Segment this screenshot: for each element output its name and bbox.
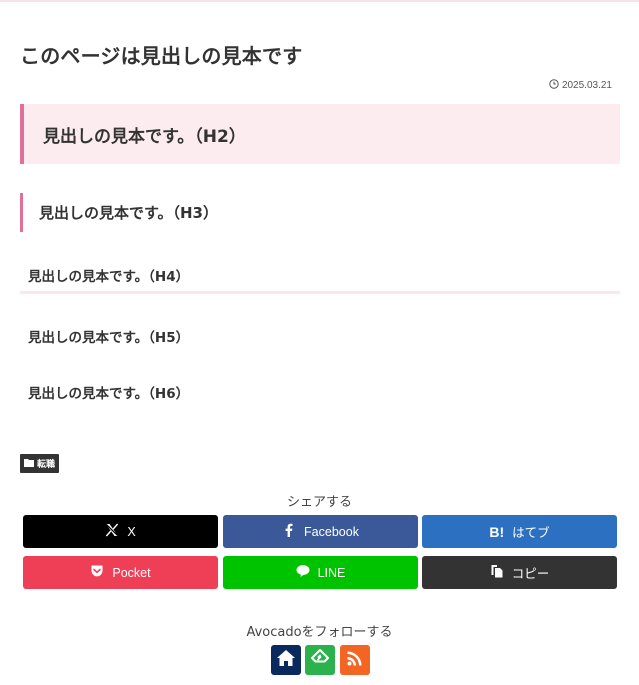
follow-rss-button[interactable] <box>340 645 370 675</box>
follow-title: Avocadoをフォローする <box>246 625 393 640</box>
share-pocket-label: Pocket <box>112 565 151 580</box>
share-title: シェアする <box>286 495 352 510</box>
facebook-icon <box>282 523 296 540</box>
heading-h2: 見出しの見本です。（H2） <box>20 104 620 164</box>
share-copy-label: コピー <box>511 567 550 581</box>
clock-icon <box>549 79 559 92</box>
rss-icon <box>345 648 365 672</box>
page-title: このページは見出しの見本です <box>20 44 303 68</box>
share-pocket-button[interactable]: Pocket <box>23 556 218 589</box>
heading-h3: 見出しの見本です。（H3） <box>20 193 620 232</box>
share-hatena-button[interactable]: B! はてブ <box>422 515 617 548</box>
follow-feedly-button[interactable] <box>305 645 335 675</box>
heading-h6: 見出しの見本です。（H6） <box>28 386 190 402</box>
share-x-label: X <box>127 524 136 539</box>
heading-h5: 見出しの見本です。（H5） <box>28 330 190 346</box>
share-facebook-label: Facebook <box>304 524 359 539</box>
share-facebook-button[interactable]: Facebook <box>223 515 418 548</box>
folder-icon <box>24 458 34 470</box>
share-line-button[interactable]: LINE <box>223 556 418 589</box>
share-line-label: LINE <box>317 565 346 580</box>
home-icon <box>276 648 296 672</box>
pocket-icon <box>90 564 104 581</box>
category-badge[interactable]: 転職 <box>20 454 60 473</box>
share-hatena-label: はてブ <box>512 526 550 540</box>
share-x-button[interactable]: X <box>23 515 218 548</box>
top-border <box>0 0 639 2</box>
line-icon <box>296 564 310 581</box>
post-date: 2025.03.21 <box>549 79 612 92</box>
share-copy-button[interactable]: コピー <box>422 556 617 589</box>
date-text: 2025.03.21 <box>561 80 612 91</box>
category-label: 転職 <box>37 460 56 470</box>
copy-icon <box>490 564 504 581</box>
heading-h4: 見出しの見本です。（H4） <box>20 258 620 294</box>
x-logo-icon <box>105 523 119 540</box>
feedly-icon <box>310 648 330 672</box>
follow-home-button[interactable] <box>271 645 301 675</box>
hatena-bookmark-icon: B! <box>489 523 505 540</box>
